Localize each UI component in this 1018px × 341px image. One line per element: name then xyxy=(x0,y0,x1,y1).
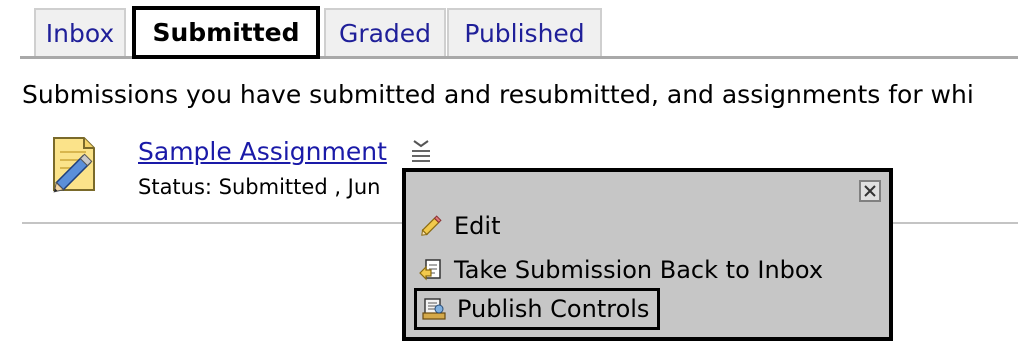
assignment-pencil-icon xyxy=(44,132,104,196)
tab-submitted[interactable]: Submitted xyxy=(132,6,320,59)
take-back-icon xyxy=(418,257,444,283)
menu-item-publish-controls[interactable]: Publish Controls xyxy=(414,288,661,330)
menu-item-edit[interactable]: Edit xyxy=(418,212,500,240)
menu-item-edit-label: Edit xyxy=(454,212,501,240)
assignment-status: Status: Submitted , Jun xyxy=(138,175,381,199)
tab-published[interactable]: Published xyxy=(447,8,602,56)
assignment-context-menu: Edit Take Submission Back to Inbox Publi… xyxy=(402,168,893,341)
publish-controls-icon xyxy=(421,296,447,322)
menu-item-publish-label: Publish Controls xyxy=(457,295,650,323)
close-icon[interactable] xyxy=(859,180,881,202)
tab-graded[interactable]: Graded xyxy=(324,8,446,56)
assignment-title-link[interactable]: Sample Assignment xyxy=(138,137,387,166)
tab-bar: Inbox Submitted Graded Published xyxy=(0,0,1018,60)
page-description: Submissions you have submitted and resub… xyxy=(22,80,974,109)
action-menu-icon[interactable] xyxy=(408,138,434,168)
tab-inbox[interactable]: Inbox xyxy=(34,8,126,56)
pencil-icon xyxy=(418,213,444,239)
menu-item-take-back-to-inbox[interactable]: Take Submission Back to Inbox xyxy=(418,256,823,284)
menu-item-take-back-label: Take Submission Back to Inbox xyxy=(454,256,824,284)
